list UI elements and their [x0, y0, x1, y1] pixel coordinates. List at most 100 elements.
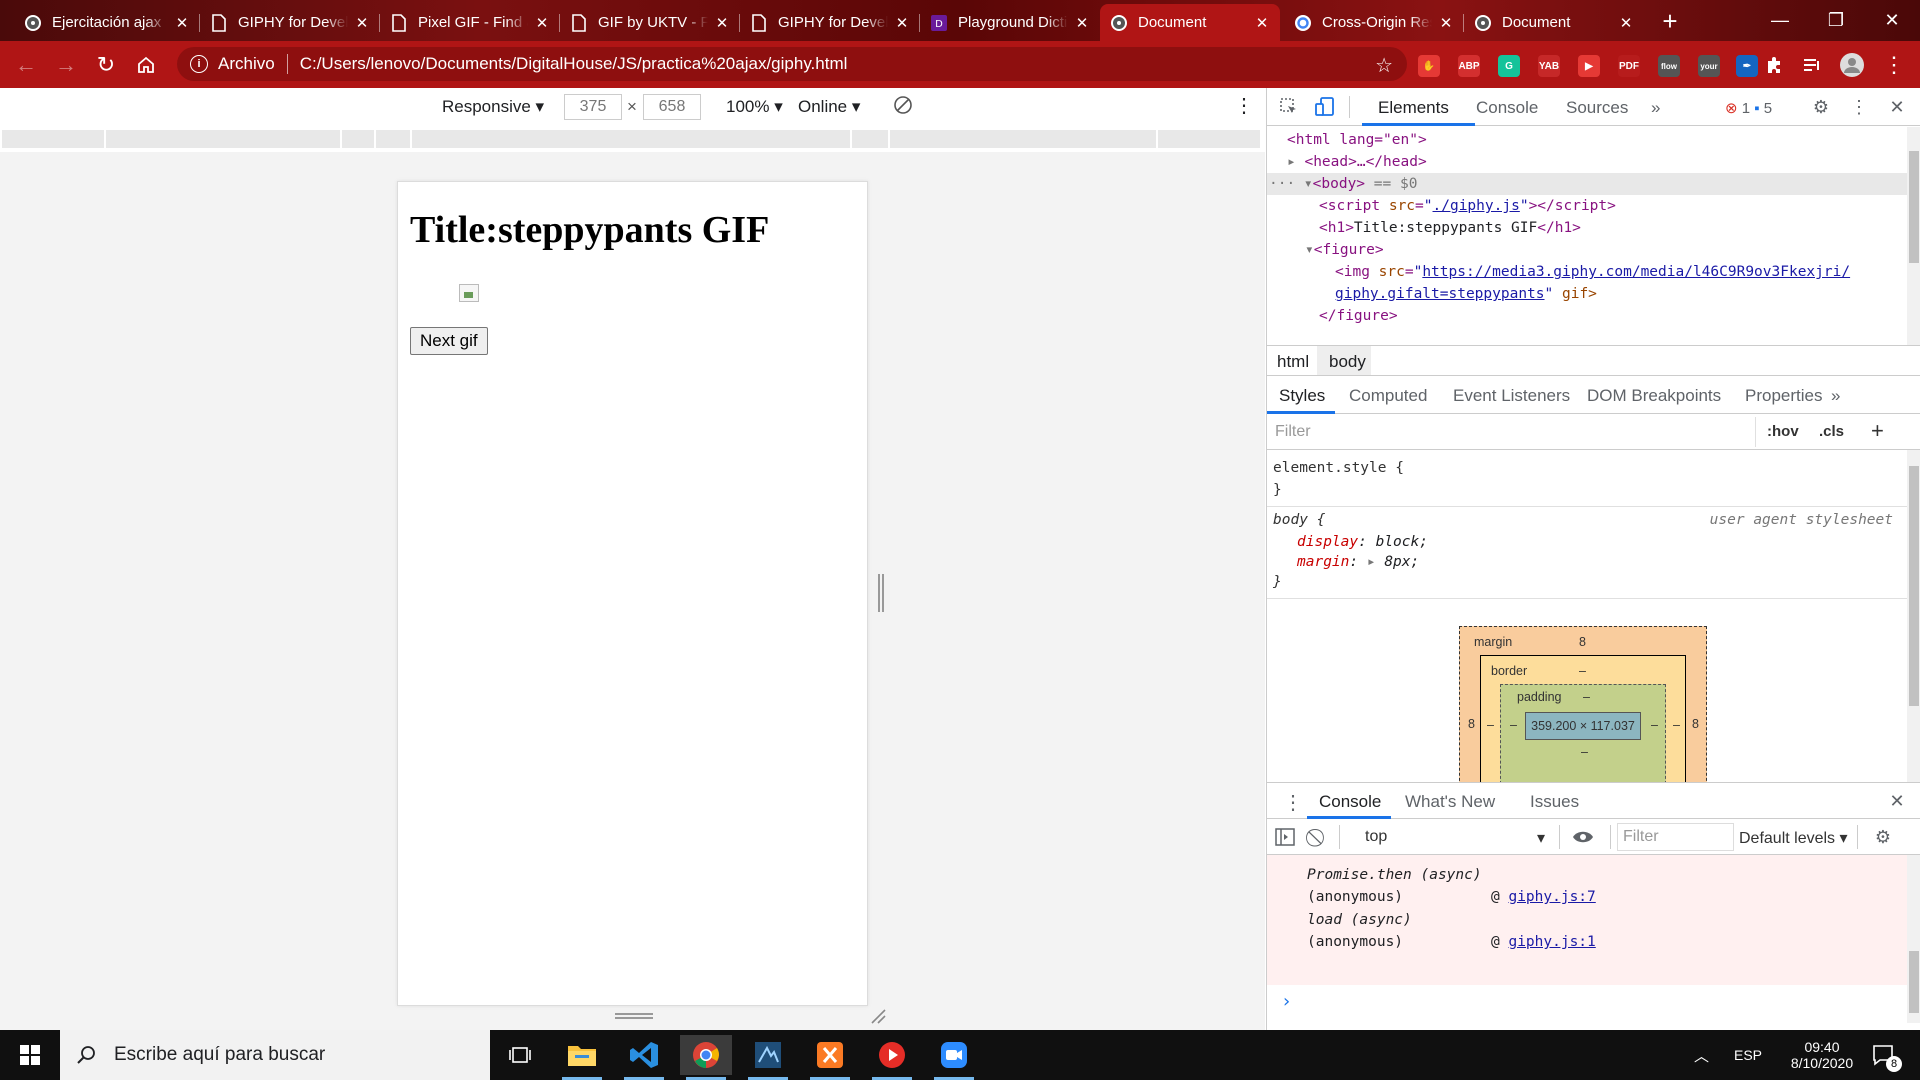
clock[interactable]: 09:40 8/10/2020 [1780, 1030, 1864, 1080]
more-subtabs-icon[interactable]: » [1831, 386, 1840, 406]
tab-sources[interactable]: Sources [1566, 98, 1628, 118]
bookmark-star-icon[interactable]: ☆ [1375, 53, 1393, 78]
styles-filter-input[interactable]: Filter [1275, 423, 1311, 441]
console-prompt[interactable]: › [1281, 991, 1292, 1012]
address-url[interactable]: C:/Users/lenovo/Documents/DigitalHouse/J… [300, 54, 848, 74]
pdf-extension-icon[interactable]: PDF [1618, 55, 1640, 77]
notification-center-icon[interactable]: 8 [1872, 1030, 1902, 1080]
close-tab-icon[interactable]: ✕ [354, 14, 370, 32]
log-levels-select[interactable]: Default levels ▾ [1739, 828, 1848, 848]
dom-html-node[interactable]: <html lang="en"> [1287, 129, 1427, 151]
more-tabs-icon[interactable]: » [1651, 98, 1660, 118]
back-icon[interactable]: ← [12, 51, 40, 79]
context-select[interactable]: top ▾ [1365, 828, 1545, 847]
dom-figure-node[interactable]: ▾<figure> [1305, 239, 1384, 261]
inspect-element-icon[interactable] [1277, 95, 1301, 119]
subtab-computed[interactable]: Computed [1349, 386, 1427, 406]
drawer-tab-issues[interactable]: Issues [1530, 792, 1579, 812]
rotate-icon[interactable] [893, 95, 913, 120]
box-model-content-size[interactable]: 359.200 × 117.037 [1525, 712, 1641, 740]
breadcrumb-html[interactable]: html [1277, 352, 1309, 372]
element-style-rule[interactable]: element.style { [1273, 460, 1404, 476]
dom-scrollbar[interactable] [1907, 127, 1920, 345]
live-expression-eye-icon[interactable] [1571, 825, 1595, 849]
subtab-dom-breakpoints[interactable]: DOM Breakpoints [1587, 386, 1721, 406]
chrome-icon[interactable] [680, 1035, 732, 1080]
close-tab-icon[interactable]: ✕ [1074, 14, 1090, 32]
file-explorer-icon[interactable] [556, 1035, 608, 1080]
flow-extension-icon[interactable]: flow [1658, 55, 1680, 77]
console-filter-input[interactable]: Filter [1623, 828, 1659, 846]
tool-icon[interactable] [742, 1035, 794, 1080]
info-icon[interactable]: i [190, 55, 208, 73]
resize-corner-handle[interactable] [870, 1008, 886, 1024]
close-tab-icon[interactable]: ✕ [894, 14, 910, 32]
dom-body-node[interactable]: ··· ▾<body> == $0 [1267, 173, 1907, 195]
console-source-link[interactable]: @ giphy.js:7 [1491, 889, 1596, 905]
device-mode-select[interactable]: Responsive ▾ [442, 97, 544, 117]
tab-elements[interactable]: Elements [1378, 98, 1449, 118]
breadcrumb-body[interactable]: body [1329, 352, 1366, 372]
grammarly-icon[interactable]: G [1498, 55, 1520, 77]
subtab-event-listeners[interactable]: Event Listeners [1453, 386, 1570, 406]
zoom-select[interactable]: 100% ▾ [726, 97, 783, 117]
subtab-properties[interactable]: Properties [1745, 386, 1822, 406]
browser-tab[interactable]: GIPHY for Developers ✕ [740, 4, 920, 41]
language-indicator[interactable]: ESP [1734, 1030, 1762, 1080]
drawer-tab-whats-new[interactable]: What's New [1405, 792, 1495, 812]
extensions-puzzle-icon[interactable] [1760, 51, 1788, 79]
console-scrollbar[interactable] [1907, 855, 1920, 1023]
vscode-icon[interactable] [618, 1035, 670, 1080]
home-icon[interactable] [132, 51, 160, 79]
dom-head-node[interactable]: ▸ <head>…</head> [1287, 151, 1427, 173]
media-player-icon[interactable] [866, 1035, 918, 1080]
windows-start-icon[interactable] [4, 1035, 56, 1075]
reload-icon[interactable]: ↻ [92, 51, 120, 79]
devtools-menu-icon[interactable]: ⋮ [1847, 95, 1871, 119]
stop-extension-icon[interactable]: ✋ [1418, 55, 1440, 77]
video-extension-icon[interactable]: ▶ [1578, 55, 1600, 77]
tab-console[interactable]: Console [1476, 98, 1538, 118]
address-bar[interactable]: i Archivo C:/Users/lenovo/Documents/Digi… [177, 47, 1407, 81]
taskbar-search-box[interactable]: Escribe aquí para buscar [60, 1030, 490, 1080]
dom-h1-node[interactable]: <h1>Title:steppypants GIF</h1> [1319, 217, 1581, 239]
new-tab-button[interactable]: + [1656, 8, 1684, 36]
resize-handle-vertical[interactable] [878, 574, 884, 612]
close-tab-icon[interactable]: ✕ [174, 14, 190, 32]
margin-right-value[interactable]: 8 [1692, 717, 1699, 731]
device-toggle-icon[interactable] [1313, 95, 1337, 119]
console-sidebar-icon[interactable] [1273, 825, 1297, 849]
console-settings-icon[interactable]: ⚙ [1871, 825, 1895, 849]
browser-tab[interactable]: Cross-Origin Resource ✕ [1284, 4, 1464, 41]
close-devtools-icon[interactable]: ✕ [1885, 95, 1909, 119]
browser-tab[interactable]: GIF by UKTV - Find ✕ [560, 4, 740, 41]
restore-button[interactable]: ❐ [1808, 0, 1864, 41]
xampp-icon[interactable] [804, 1035, 856, 1080]
dom-img-node[interactable]: <img src="https://media3.giphy.com/media… [1335, 261, 1850, 283]
clear-console-icon[interactable]: ⃠ [1307, 825, 1331, 849]
error-count-badge[interactable]: ⊗ 1 ▪ 5 [1725, 99, 1772, 117]
minimize-button[interactable]: — [1752, 0, 1808, 41]
zoom-icon[interactable] [928, 1035, 980, 1080]
close-tab-icon[interactable]: ✕ [1438, 14, 1454, 32]
yab-icon[interactable]: YAB [1538, 55, 1560, 77]
media-queue-icon[interactable] [1798, 51, 1826, 79]
resize-handle-horizontal[interactable] [615, 1013, 653, 1019]
browser-tab[interactable]: GIPHY for Developers ✕ [200, 4, 380, 41]
margin-top-value[interactable]: 8 [1579, 635, 1586, 649]
browser-tab-active[interactable]: Document ✕ [1100, 4, 1280, 41]
subtab-styles[interactable]: Styles [1279, 386, 1325, 406]
tray-overflow-icon[interactable]: ︿ [1694, 1030, 1709, 1080]
style-property[interactable]: margin: ▸ 8px; [1297, 554, 1419, 570]
device-width-input[interactable]: 375 [564, 94, 622, 120]
class-toggle[interactable]: .cls [1819, 423, 1844, 440]
console-source-link[interactable]: @ giphy.js:1 [1491, 934, 1596, 950]
close-window-button[interactable]: ✕ [1864, 0, 1920, 41]
close-tab-icon[interactable]: ✕ [534, 14, 550, 32]
margin-left-value[interactable]: 8 [1468, 717, 1475, 731]
pen-extension-icon[interactable]: ✒ [1736, 55, 1758, 77]
close-tab-icon[interactable]: ✕ [714, 14, 730, 32]
browser-tab[interactable]: D Playground Dictionary ✕ [920, 4, 1100, 41]
close-drawer-icon[interactable]: ✕ [1885, 789, 1909, 813]
browser-tab[interactable]: Ejercitación ajax ✕ [14, 4, 200, 41]
